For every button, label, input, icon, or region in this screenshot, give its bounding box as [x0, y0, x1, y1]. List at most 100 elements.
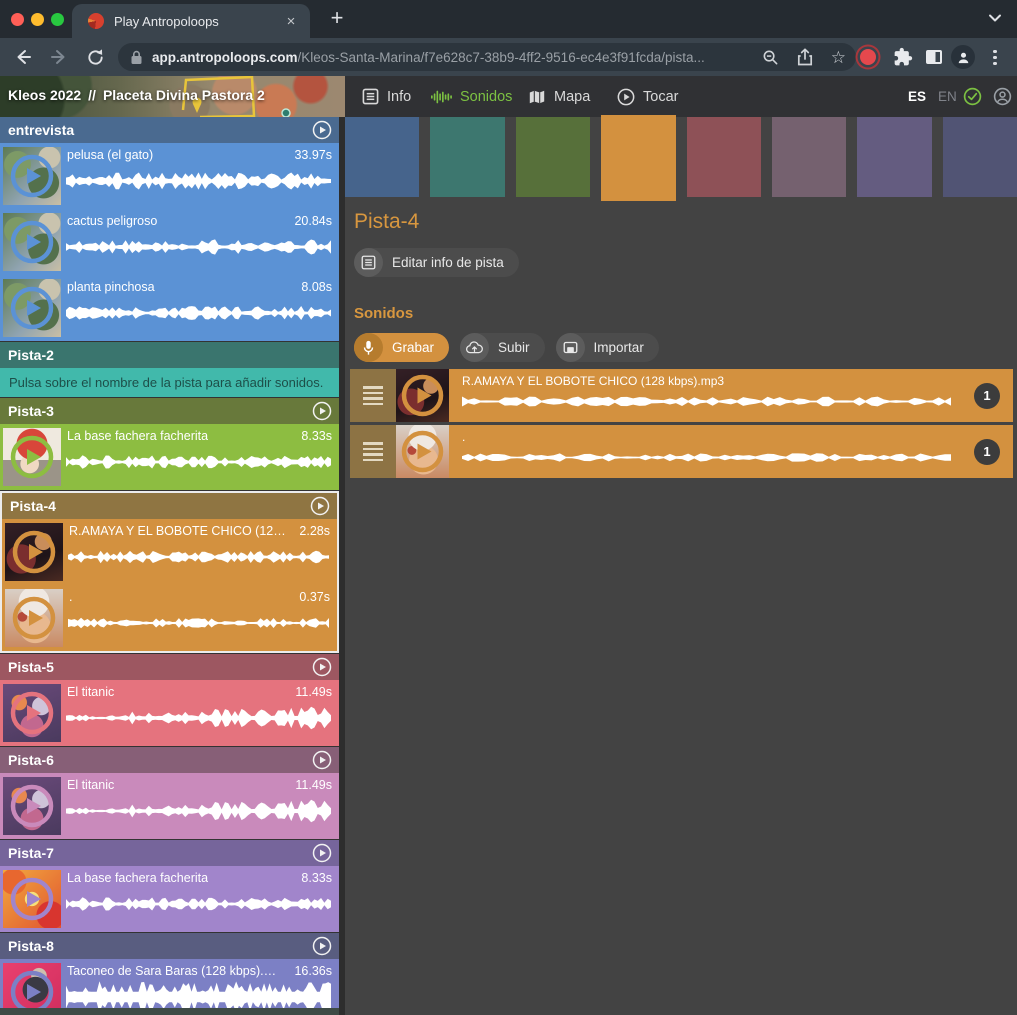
- reload-button[interactable]: [82, 44, 108, 70]
- clip-play-icon[interactable]: [12, 530, 56, 574]
- address-bar[interactable]: app.antropoloops.com/Kleos-Santa-Marina/…: [118, 43, 856, 71]
- clip-row[interactable]: R.AMAYA Y EL BOBOTE CHICO (128 kbps)....…: [2, 519, 337, 585]
- language-en[interactable]: EN: [938, 76, 957, 117]
- clip-thumbnail[interactable]: [3, 870, 61, 928]
- clip-row[interactable]: El titanic11.49s: [0, 680, 339, 746]
- zoom-icon[interactable]: [762, 49, 779, 66]
- track-header[interactable]: entrevista: [0, 117, 339, 143]
- status-check-icon[interactable]: [963, 87, 982, 111]
- clip-thumbnail[interactable]: [3, 777, 61, 835]
- clip-play-icon[interactable]: [10, 435, 54, 479]
- track-header[interactable]: Pista-5: [0, 654, 339, 680]
- clip-thumbnail[interactable]: [3, 147, 61, 205]
- tab-close-icon[interactable]: ×: [282, 13, 300, 30]
- clip-play-icon[interactable]: [10, 154, 54, 198]
- track-play-icon[interactable]: [312, 843, 332, 863]
- record-button[interactable]: Grabar: [354, 333, 449, 362]
- nav-item-mapa[interactable]: Mapa: [528, 76, 590, 117]
- browser-menu-kebab-icon[interactable]: [993, 47, 997, 68]
- track-color-tab-4[interactable]: [601, 115, 675, 201]
- side-panel-icon[interactable]: [924, 47, 944, 72]
- new-tab-button[interactable]: +: [322, 4, 352, 34]
- track-header[interactable]: Pista-8: [0, 933, 339, 959]
- track-play-icon[interactable]: [312, 120, 332, 140]
- nav-label-info: Info: [387, 89, 411, 105]
- track-play-icon[interactable]: [310, 496, 330, 516]
- clip-row[interactable]: La base fachera facherita8.33s: [0, 424, 339, 490]
- traffic-minimize-button[interactable]: [31, 13, 44, 26]
- track-header[interactable]: Pista-7: [0, 840, 339, 866]
- clip-row[interactable]: cactus peligroso20.84s: [0, 209, 339, 275]
- track-color-tab-1[interactable]: [345, 117, 419, 197]
- track-color-tab-2[interactable]: [430, 117, 504, 197]
- drag-handle-icon[interactable]: [350, 425, 396, 478]
- nav-item-tocar[interactable]: Tocar: [617, 76, 678, 117]
- bookmark-star-icon[interactable]: ☆: [831, 49, 846, 66]
- sound-thumbnail[interactable]: [396, 369, 449, 422]
- edit-track-info-label: Editar info de pista: [392, 255, 504, 270]
- clip-name: La base fachera facherita: [67, 429, 208, 443]
- clip-name: .: [69, 590, 72, 604]
- track-header[interactable]: Pista-4: [2, 493, 337, 519]
- language-es[interactable]: ES: [908, 76, 926, 117]
- forward-button[interactable]: [46, 44, 72, 70]
- clip-play-icon[interactable]: [12, 596, 56, 640]
- clip-play-icon[interactable]: [10, 286, 54, 330]
- clip-row[interactable]: Taconeo de Sara Baras (128 kbps).mp316.3…: [0, 959, 339, 1015]
- clip-play-icon[interactable]: [10, 877, 54, 921]
- edit-track-info-button[interactable]: Editar info de pista: [354, 248, 519, 277]
- sound-row[interactable]: R.AMAYA Y EL BOBOTE CHICO (128 kbps).mp3…: [350, 369, 1013, 422]
- track-play-icon[interactable]: [312, 936, 332, 956]
- tab-search-chevron-icon[interactable]: [987, 10, 1003, 31]
- clip-row[interactable]: .0.37s: [2, 585, 337, 651]
- track-header[interactable]: Pista-6: [0, 747, 339, 773]
- browser-tab[interactable]: Play Antropoloops ×: [72, 4, 310, 38]
- clip-play-icon[interactable]: [10, 691, 54, 735]
- account-icon[interactable]: [993, 87, 1012, 111]
- import-button[interactable]: Importar: [556, 333, 659, 362]
- track-color-tab-7[interactable]: [857, 117, 931, 197]
- clip-row[interactable]: pelusa (el gato)33.97s: [0, 143, 339, 209]
- clip-play-icon[interactable]: [401, 430, 444, 473]
- sound-row[interactable]: .1: [350, 425, 1013, 478]
- back-button[interactable]: [10, 44, 36, 70]
- clip-row[interactable]: planta pinchosa8.08s: [0, 275, 339, 341]
- clip-duration: 11.49s: [295, 778, 332, 792]
- clip-thumbnail[interactable]: [3, 279, 61, 337]
- clip-thumbnail[interactable]: [3, 213, 61, 271]
- track-play-icon[interactable]: [312, 657, 332, 677]
- nav-item-sonidos[interactable]: Sonidos: [430, 76, 512, 117]
- track-section-pista-4: Pista-4R.AMAYA Y EL BOBOTE CHICO (128 kb…: [0, 491, 339, 653]
- track-header[interactable]: Pista-2: [0, 342, 339, 368]
- clip-duration: 8.33s: [301, 871, 332, 885]
- track-play-icon[interactable]: [312, 750, 332, 770]
- nav-item-info[interactable]: Info: [362, 76, 411, 117]
- track-color-tab-6[interactable]: [772, 117, 846, 197]
- clip-thumbnail[interactable]: [5, 523, 63, 581]
- clip-thumbnail[interactable]: [3, 428, 61, 486]
- traffic-close-button[interactable]: [11, 13, 24, 26]
- share-icon[interactable]: [797, 48, 813, 66]
- clip-row[interactable]: El titanic11.49s: [0, 773, 339, 839]
- traffic-zoom-button[interactable]: [51, 13, 64, 26]
- track-header[interactable]: Pista-3: [0, 398, 339, 424]
- extensions-puzzle-icon[interactable]: [893, 47, 913, 72]
- track-color-tab-5[interactable]: [687, 117, 761, 197]
- drag-handle-icon[interactable]: [350, 369, 396, 422]
- browser-profile-avatar[interactable]: [951, 45, 975, 69]
- clip-info: planta pinchosa8.08s: [67, 280, 332, 294]
- clip-play-icon[interactable]: [10, 220, 54, 264]
- track-clips: Taconeo de Sara Baras (128 kbps).mp316.3…: [0, 959, 339, 1015]
- sound-thumbnail[interactable]: [396, 425, 449, 478]
- upload-button[interactable]: Subir: [460, 333, 545, 362]
- recording-indicator-icon[interactable]: [860, 49, 876, 65]
- track-color-tab-8[interactable]: [943, 117, 1017, 197]
- clip-play-icon[interactable]: [401, 374, 444, 417]
- track-color-tab-3[interactable]: [516, 117, 590, 197]
- clip-row[interactable]: La base fachera facherita8.33s: [0, 866, 339, 932]
- clip-thumbnail[interactable]: [5, 589, 63, 647]
- clip-thumbnail[interactable]: [3, 684, 61, 742]
- project-banner[interactable]: Kleos 2022//Placeta Divina Pastora 2: [0, 76, 345, 117]
- track-play-icon[interactable]: [312, 401, 332, 421]
- clip-play-icon[interactable]: [10, 784, 54, 828]
